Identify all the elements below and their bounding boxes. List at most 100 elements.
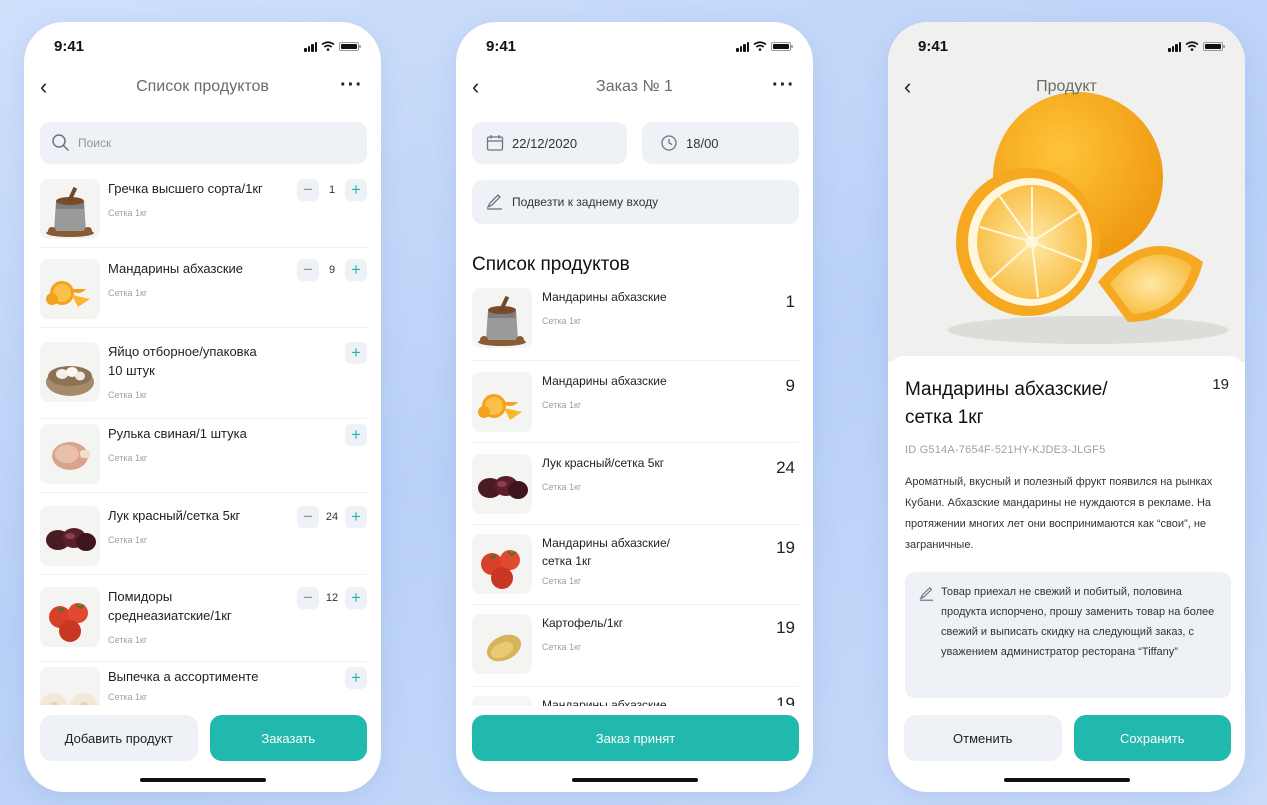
navbar: ‹ Заказ № 1 ···: [456, 74, 813, 104]
clock-icon: [661, 135, 677, 151]
tangerines-icon: [40, 259, 100, 319]
product-row[interactable]: Помидоры среднеазиатские/1кг Сетка 1кг − …: [40, 585, 367, 662]
plus-button[interactable]: +: [345, 179, 367, 201]
order-item[interactable]: Мандарины абхазские 19: [472, 694, 799, 706]
pork-knuckle-icon: [40, 424, 100, 484]
quantity-stepper: +: [345, 342, 367, 364]
product-name: Лук красный/сетка 5кг: [108, 508, 241, 523]
add-product-button[interactable]: Добавить продукт: [40, 715, 198, 761]
search-bar[interactable]: [40, 122, 367, 164]
delivery-note-field[interactable]: Подвезти к заднему входу: [472, 180, 799, 224]
order-item[interactable]: Мандарины абхазские/сетка 1кг Сетка 1кг 1…: [472, 532, 799, 605]
plus-button[interactable]: +: [345, 259, 367, 281]
search-icon: [52, 134, 69, 151]
item-name: Картофель/1кг: [542, 616, 624, 630]
status-time: 9:41: [918, 37, 949, 55]
pastry-icon: [40, 667, 100, 705]
product-row[interactable]: Выпечка а ассортименте Сетка 1кг +: [40, 665, 367, 705]
minus-button[interactable]: −: [297, 587, 319, 609]
plus-button[interactable]: +: [345, 587, 367, 609]
quantity-stepper: − 1 +: [297, 179, 367, 201]
save-button[interactable]: Сохранить: [1073, 715, 1231, 761]
comment-text: Товар приехал не свежий и побитый, полов…: [941, 586, 1215, 658]
orange-image: [948, 92, 1228, 344]
item-count: 19: [776, 694, 795, 706]
screen-product-list: 9:41 ‹ Список продуктов ··· Гречка высше…: [24, 22, 381, 792]
product-subtitle: Сетка 1кг: [108, 390, 148, 400]
product-subtitle: Сетка 1кг: [108, 692, 148, 702]
date-value: 22/12/2020: [512, 135, 578, 151]
item-subtitle: Сетка 1кг: [542, 400, 582, 410]
buckwheat-sack-icon: [472, 288, 532, 348]
product-subtitle: Сетка 1кг: [108, 208, 148, 218]
product-id: ID G514A-7654F-521HY-KJDE3-JLGF5: [905, 444, 1106, 456]
status-bar: 9:41: [486, 36, 793, 56]
delivery-note: Подвезти к заднему входу: [512, 195, 659, 209]
battery-icon: [339, 41, 361, 51]
potato-icon: [472, 614, 532, 674]
signal-icon: [304, 41, 317, 52]
quantity-stepper: +: [345, 667, 367, 689]
order-item[interactable]: Мандарины абхазские Сетка 1кг 1: [472, 286, 799, 361]
order-item[interactable]: Картофель/1кг Сетка 1кг 19: [472, 612, 799, 687]
product-name: Гречка высшего сорта/1кг: [108, 181, 263, 196]
minus-button[interactable]: −: [297, 259, 319, 281]
plus-button[interactable]: +: [345, 342, 367, 364]
product-row[interactable]: Лук красный/сетка 5кг Сетка 1кг − 24 +: [40, 504, 367, 575]
time-value: 18/00: [686, 135, 719, 151]
date-field[interactable]: 22/12/2020: [472, 122, 627, 164]
item-subtitle: Сетка 1кг: [542, 576, 582, 586]
wifi-icon: [753, 41, 767, 51]
plus-button[interactable]: +: [345, 424, 367, 446]
battery-icon: [771, 41, 793, 51]
status-time: 9:41: [54, 37, 85, 55]
minus-button[interactable]: −: [297, 506, 319, 528]
quantity-value: 9: [328, 264, 336, 276]
item-name: Мандарины абхазские: [542, 290, 667, 304]
status-bar: 9:41: [54, 36, 361, 56]
quantity-value: 12: [325, 592, 339, 604]
quantity-stepper: − 12 +: [297, 587, 367, 609]
product-row[interactable]: Яйцо отборное/упаковка 10 штук Сетка 1кг …: [40, 340, 367, 419]
plus-button[interactable]: +: [345, 667, 367, 689]
home-indicator[interactable]: [571, 778, 698, 782]
search-input[interactable]: [76, 135, 330, 151]
more-icon[interactable]: ···: [772, 74, 795, 97]
more-icon[interactable]: ···: [340, 74, 363, 97]
cancel-button[interactable]: Отменить: [904, 715, 1062, 761]
status-time: 9:41: [486, 37, 517, 55]
bottom-actions: Заказ принят: [472, 715, 799, 761]
product-name: Рулька свиная/1 штука: [108, 426, 247, 441]
order-item[interactable]: Лук красный/сетка 5кг Сетка 1кг 24: [472, 452, 799, 525]
product-row[interactable]: Мандарины абхазские Сетка 1кг − 9 +: [40, 257, 367, 328]
time-field[interactable]: 18/00: [642, 122, 799, 164]
battery-icon: [1203, 41, 1225, 51]
pencil-icon: [919, 587, 934, 601]
calendar-icon: [486, 135, 504, 151]
order-button[interactable]: Заказать: [209, 715, 367, 761]
product-thumbnail: [472, 696, 532, 706]
comment-field[interactable]: Товар приехал не свежий и побитый, полов…: [905, 572, 1231, 698]
plus-button[interactable]: +: [345, 506, 367, 528]
item-subtitle: Сетка 1кг: [542, 316, 582, 326]
navbar: ‹ Список продуктов ···: [24, 74, 381, 104]
product-row[interactable]: Гречка высшего сорта/1кг Сетка 1кг − 1 +: [40, 177, 367, 248]
product-name: Выпечка а ассортименте: [108, 669, 259, 684]
order-item[interactable]: Мандарины абхазские Сетка 1кг 9: [472, 370, 799, 443]
quantity-stepper: − 24 +: [297, 506, 367, 528]
signal-icon: [736, 41, 749, 52]
order-accepted-button[interactable]: Заказ принят: [472, 715, 799, 761]
tangerines-icon: [472, 372, 532, 432]
product-name: Помидоры среднеазиатские/1кг: [108, 589, 232, 623]
minus-button[interactable]: −: [297, 179, 319, 201]
tomatoes-icon: [472, 534, 532, 594]
signal-icon: [1168, 41, 1181, 52]
product-subtitle: Сетка 1кг: [108, 288, 148, 298]
section-title: Список продуктов: [472, 254, 630, 275]
home-indicator[interactable]: [139, 778, 266, 782]
product-row[interactable]: Рулька свиная/1 штука Сетка 1кг +: [40, 422, 367, 493]
bottom-actions: Добавить продукт Заказать: [40, 715, 367, 761]
home-indicator[interactable]: [1003, 778, 1130, 782]
product-name: Яйцо отборное/упаковка 10 штук: [108, 344, 257, 378]
item-name: Мандарины абхазские: [542, 698, 667, 706]
